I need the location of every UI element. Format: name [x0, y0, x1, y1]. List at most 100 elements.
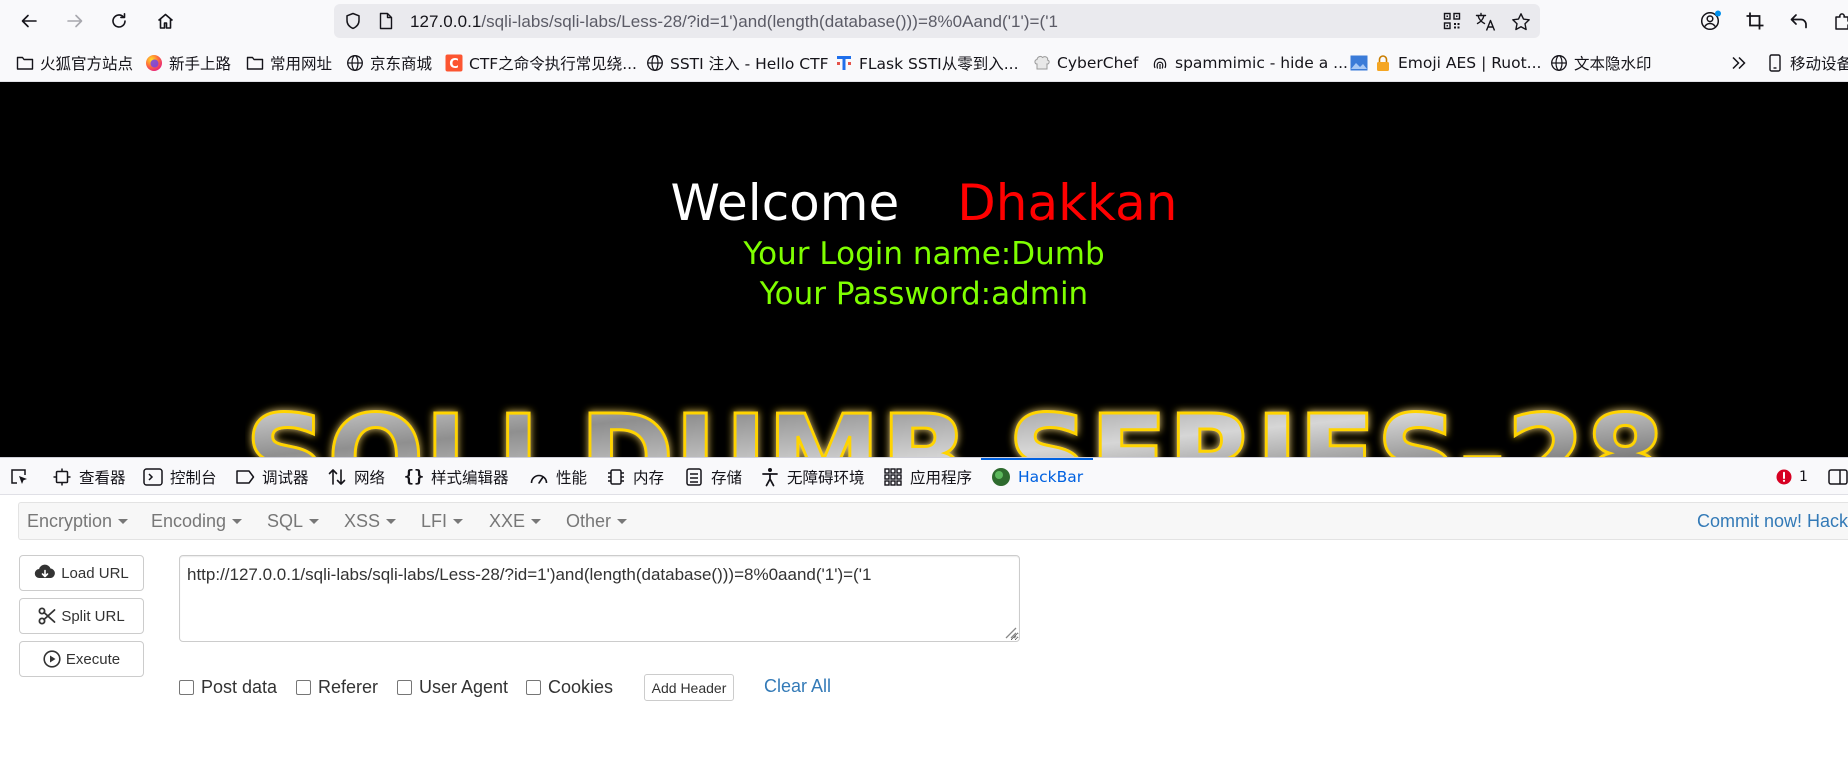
menu-xxe[interactable]: XXE — [489, 511, 542, 532]
globe-icon — [1550, 54, 1568, 72]
memory-icon — [606, 467, 626, 487]
bookmark-flask-ssti[interactable]: FLask SSTI从零到入... — [835, 52, 1019, 74]
back-button[interactable] — [14, 6, 44, 36]
menu-encryption[interactable]: Encryption — [27, 511, 129, 532]
series-banner: SQLI DUMB SERIES-28 — [245, 388, 1667, 458]
bookmark-firefox-official[interactable]: 火狐官方站点 — [16, 52, 133, 74]
firefox-icon — [145, 54, 163, 72]
home-icon — [157, 13, 173, 29]
star-icon[interactable] — [1511, 12, 1531, 32]
console-icon — [143, 467, 163, 487]
image-icon — [1350, 54, 1368, 72]
caret-down-icon — [617, 519, 628, 524]
site-icon — [835, 54, 853, 72]
commit-now-link[interactable]: Commit now! HackBar — [1697, 511, 1848, 532]
menu-other[interactable]: Other — [566, 511, 628, 532]
tab-inspector[interactable]: 查看器 — [52, 458, 126, 495]
caret-down-icon — [453, 519, 464, 524]
add-header-button[interactable]: Add Header — [644, 674, 734, 701]
tab-accessibility[interactable]: 无障碍环境 — [760, 458, 865, 495]
dock-side-button[interactable] — [1828, 458, 1848, 495]
tab-console[interactable]: 控制台 — [143, 458, 217, 495]
extensions-button[interactable] — [1828, 6, 1848, 36]
element-picker-button[interactable] — [9, 458, 31, 495]
bookmark-ssti-injection[interactable]: SSTI 注入 - Hello CTF — [646, 52, 829, 74]
scissors-icon — [38, 607, 56, 625]
dock-icon — [1828, 468, 1848, 485]
bookmark-common-sites[interactable]: 常用网址 — [246, 52, 332, 74]
option-cookies[interactable]: Cookies — [526, 676, 613, 698]
bookmark-emoji-aes[interactable]: Emoji AES | Ruot... — [1350, 52, 1541, 74]
undo-icon — [1790, 14, 1807, 29]
menu-sql[interactable]: SQL — [267, 511, 320, 532]
fingerprint-icon — [1151, 54, 1169, 72]
accessibility-icon — [760, 467, 780, 487]
tab-performance[interactable]: 性能 — [529, 458, 587, 495]
application-icon — [883, 467, 903, 487]
post-data-checkbox[interactable] — [179, 679, 194, 695]
load-url-button[interactable]: Load URL — [19, 555, 144, 591]
chef-icon — [1033, 54, 1051, 72]
url-text[interactable]: 127.0.0.1/sqli-labs/sqli-labs/Less-28/?i… — [410, 12, 1058, 32]
bookmark-getting-started[interactable]: 新手上路 — [145, 52, 231, 74]
screenshot-button[interactable] — [1740, 6, 1770, 36]
menu-lfi[interactable]: LFI — [421, 511, 464, 532]
bookmark-jd-mall[interactable]: 京东商城 — [346, 52, 432, 74]
error-count-badge[interactable]: 1 — [1776, 458, 1808, 495]
undo-button[interactable] — [1784, 6, 1814, 36]
web-page-content: Welcome Dhakkan Your Login name:Dumb Your… — [0, 82, 1848, 457]
tab-debugger[interactable]: 调试器 — [235, 458, 309, 495]
tab-storage[interactable]: 存储 — [684, 458, 742, 495]
double-chevron-icon — [1732, 56, 1746, 70]
globe-icon — [346, 54, 364, 72]
forward-button[interactable] — [60, 6, 90, 36]
bookmark-spammimic[interactable]: spammimic - hide a ... — [1151, 52, 1348, 74]
referer-checkbox[interactable] — [296, 679, 311, 695]
bookmark-text-watermark[interactable]: 文本隐水印 — [1550, 52, 1652, 74]
reload-icon — [112, 13, 126, 28]
back-arrow-icon — [21, 14, 37, 28]
globe-icon — [646, 54, 664, 72]
play-circle-icon — [43, 650, 61, 668]
debugger-icon — [235, 467, 255, 487]
page-icon — [379, 12, 393, 30]
shield-icon[interactable] — [344, 12, 362, 30]
caret-down-icon — [309, 519, 320, 524]
tab-memory[interactable]: 内存 — [606, 458, 664, 495]
url-textarea[interactable]: http://127.0.0.1/sqli-labs/sqli-labs/Les… — [179, 555, 1020, 642]
tab-style-editor[interactable]: {} 样式编辑器 — [404, 458, 509, 495]
qr-code-icon[interactable] — [1443, 12, 1461, 30]
tab-hackbar[interactable]: HackBar — [980, 458, 1094, 495]
caret-down-icon — [232, 519, 243, 524]
tab-application[interactable]: 应用程序 — [883, 458, 972, 495]
execute-button[interactable]: Execute — [19, 641, 144, 677]
menu-xss[interactable]: XSS — [344, 511, 397, 532]
option-post-data[interactable]: Post data — [179, 676, 277, 698]
menu-encoding[interactable]: Encoding — [151, 511, 243, 532]
clear-all-link[interactable]: Clear All — [764, 676, 831, 697]
error-icon — [1776, 469, 1792, 484]
account-button[interactable] — [1696, 6, 1726, 36]
crop-icon — [1746, 12, 1764, 30]
tab-network[interactable]: 网络 — [327, 458, 385, 495]
welcome-heading: Welcome Dhakkan — [670, 174, 1178, 232]
split-url-button[interactable]: Split URL — [19, 598, 144, 634]
bookmarks-toolbar: 火狐官方站点 新手上路 常用网址 京东商城 C CTF之命令执行常见绕... S… — [0, 42, 1848, 82]
bookmark-cyberchef[interactable]: CyberChef — [1033, 52, 1138, 74]
option-referer[interactable]: Referer — [296, 676, 378, 698]
performance-icon — [529, 467, 549, 487]
cloud-download-icon — [35, 564, 56, 579]
bookmark-ctf-command-exec[interactable]: C CTF之命令执行常见绕... — [445, 52, 637, 74]
home-button[interactable] — [150, 6, 180, 36]
resize-grip-icon[interactable] — [1003, 625, 1017, 639]
bookmarks-overflow-button[interactable] — [1730, 52, 1748, 74]
browser-window: 127.0.0.1/sqli-labs/sqli-labs/Less-28/?i… — [0, 0, 1848, 770]
network-icon — [327, 467, 347, 487]
reload-button[interactable] — [104, 6, 134, 36]
cookies-checkbox[interactable] — [526, 679, 541, 695]
bookmark-mobile[interactable]: 移动设备 — [1766, 52, 1848, 74]
user-agent-checkbox[interactable] — [397, 679, 412, 695]
url-bar[interactable]: 127.0.0.1/sqli-labs/sqli-labs/Less-28/?i… — [334, 4, 1540, 38]
translate-icon[interactable] — [1475, 12, 1497, 32]
option-user-agent[interactable]: User Agent — [397, 676, 508, 698]
